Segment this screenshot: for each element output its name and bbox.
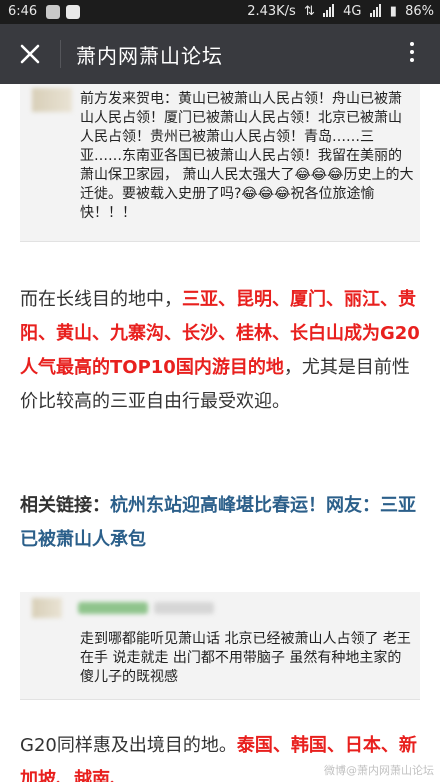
related-link[interactable]: 相关链接：杭州东站迎高峰堪比春运！网友：三亚已被萧山人承包 xyxy=(20,489,420,557)
related-label: 相关链接： xyxy=(20,495,110,516)
status-right: 2.43K/s ⇅ 4G ▮ 86% xyxy=(243,4,434,21)
status-time: 6:46 xyxy=(8,4,38,19)
article-content[interactable]: 前方发来贺电：黄山已被萧山人民占领！舟山已被萧山人民占领！厦门已被萧山人民占领！… xyxy=(0,84,440,782)
signal-icon xyxy=(323,4,335,21)
network-speed: 2.43K/s xyxy=(247,4,296,19)
watermark: 微博@萧内网萧山论坛 xyxy=(324,764,434,777)
blurred-avatar-2 xyxy=(32,598,62,618)
signal-icon-2 xyxy=(369,4,382,21)
blurred-username-2 xyxy=(154,602,214,614)
more-menu-button[interactable] xyxy=(408,42,416,66)
battery-level: 86% xyxy=(405,4,434,19)
page-title: 萧内网萧山论坛 xyxy=(76,44,223,68)
app-bar: 萧内网萧山论坛 xyxy=(0,24,440,84)
battery-icon: ▮ xyxy=(389,4,397,19)
quote-1-text: 前方发来贺电：黄山已被萧山人民占领！舟山已被萧山人民占领！厦门已被萧山人民占领！… xyxy=(80,91,414,221)
blurred-username xyxy=(78,602,148,614)
app-bar-divider xyxy=(60,40,61,68)
network-type: 4G xyxy=(343,4,362,19)
close-icon xyxy=(20,44,40,64)
data-arrows-icon: ⇅ xyxy=(303,4,315,19)
status-bar: 6:46 2.43K/s ⇅ 4G ▮ 86% xyxy=(0,0,440,24)
quote-2-text: 走到哪都能听见萧山话 北京已经被萧山人占领了 老王在手 说走就走 出门都不用带脑… xyxy=(80,631,411,685)
notification-icon xyxy=(46,5,60,19)
close-button[interactable] xyxy=(12,36,48,72)
qq-icon xyxy=(66,5,80,19)
paragraph-2-prefix: G20同样惠及出境目的地。 xyxy=(20,735,237,756)
blurred-avatar xyxy=(32,88,72,112)
quote-card-1: 前方发来贺电：黄山已被萧山人民占领！舟山已被萧山人民占领！厦门已被萧山人民占领！… xyxy=(20,84,420,242)
paragraph-1-prefix: 而在长线目的地中， xyxy=(20,289,182,310)
more-icon xyxy=(410,42,414,46)
quote-card-2: 走到哪都能听见萧山话 北京已经被萧山人占领了 老王在手 说走就走 出门都不用带脑… xyxy=(20,592,420,700)
paragraph-1: 而在长线目的地中，三亚、昆明、厦门、丽江、贵阳、黄山、九寨沟、长沙、桂林、长白山… xyxy=(20,283,420,419)
